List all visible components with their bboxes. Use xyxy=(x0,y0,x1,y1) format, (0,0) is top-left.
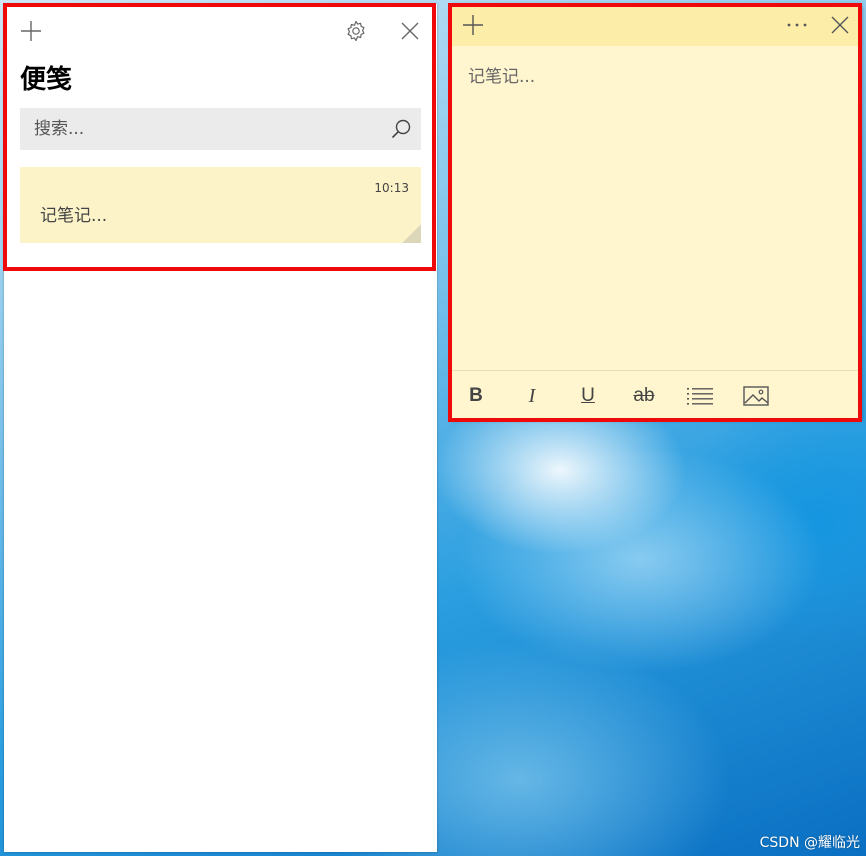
new-note-button[interactable] xyxy=(458,10,488,40)
note-window: 记笔记... B I U ab xyxy=(452,4,862,419)
search-icon xyxy=(391,119,411,139)
add-note-button[interactable] xyxy=(16,16,46,46)
divider xyxy=(452,370,862,371)
close-icon xyxy=(401,22,419,40)
note-timestamp: 10:13 xyxy=(374,181,409,195)
note-placeholder: 记笔记... xyxy=(468,67,536,87)
menu-button[interactable] xyxy=(782,10,812,40)
close-icon xyxy=(831,16,849,34)
search-box xyxy=(20,108,421,150)
bullet-list-button[interactable] xyxy=(682,376,718,416)
underline-button[interactable]: U xyxy=(570,376,606,416)
image-icon xyxy=(743,386,769,406)
note-card[interactable]: 10:13 记笔记... xyxy=(20,167,421,243)
note-title-bar[interactable] xyxy=(452,4,862,46)
watermark: CSDN @耀临光 xyxy=(759,835,860,851)
formatting-toolbar: B I U ab xyxy=(452,376,862,416)
strikethrough-button[interactable]: ab xyxy=(626,376,662,416)
insert-image-button[interactable] xyxy=(738,376,774,416)
plus-icon xyxy=(21,21,41,41)
bold-button[interactable]: B xyxy=(458,376,494,416)
more-icon xyxy=(787,23,807,27)
note-editor[interactable]: 记笔记... xyxy=(468,62,848,362)
bullet-list-icon xyxy=(687,388,713,405)
note-preview: 记笔记... xyxy=(40,206,108,226)
close-note-button[interactable] xyxy=(825,10,855,40)
settings-button[interactable] xyxy=(341,16,371,46)
search-button[interactable] xyxy=(381,108,421,150)
gear-icon xyxy=(347,20,365,42)
page-title: 便笺 xyxy=(20,65,73,95)
plus-icon xyxy=(463,15,483,35)
close-list-button[interactable] xyxy=(395,16,425,46)
italic-button[interactable]: I xyxy=(514,376,550,416)
search-input[interactable] xyxy=(20,108,381,150)
page-fold-corner xyxy=(402,224,421,243)
notes-list-panel: 便笺 10:13 记笔记... xyxy=(4,4,437,852)
